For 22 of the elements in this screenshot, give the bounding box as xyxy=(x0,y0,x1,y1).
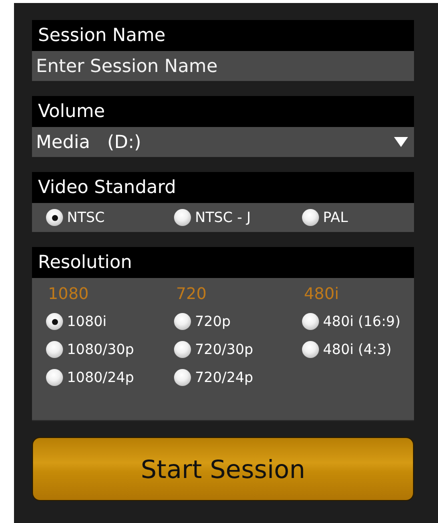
section-header: Video Standard xyxy=(32,172,414,203)
radio-button[interactable]: PAL xyxy=(302,209,348,226)
caret-icon xyxy=(394,137,408,147)
group-title: 1080 xyxy=(48,284,90,304)
group-title: 720 xyxy=(176,284,208,304)
session-name-field[interactable]: Enter Session Name xyxy=(32,51,414,81)
radio-button[interactable]: 1080/24p xyxy=(46,369,134,386)
radio-button[interactable]: 720p xyxy=(174,313,231,330)
radio-button[interactable]: NTSC - J xyxy=(174,209,251,226)
radio-button[interactable]: NTSC xyxy=(46,209,105,226)
section-header: Session Name xyxy=(32,20,414,51)
section-header: Volume xyxy=(32,96,414,127)
group-title: 480i xyxy=(304,284,340,304)
start-session-button[interactable]: Start Session xyxy=(32,437,414,501)
volume-dropdown[interactable]: Media (D:) xyxy=(32,127,414,157)
radio-button[interactable]: 720/24p xyxy=(174,369,254,386)
radio-button[interactable]: 1080/30p xyxy=(46,341,134,358)
section-header: Resolution xyxy=(32,247,414,278)
radio-button[interactable]: 480i (16:9) xyxy=(302,313,400,330)
radio-button[interactable]: 720/30p xyxy=(174,341,254,358)
radio-button[interactable]: 1080i xyxy=(46,313,107,330)
radio-button[interactable]: 480i (4:3) xyxy=(302,341,392,358)
